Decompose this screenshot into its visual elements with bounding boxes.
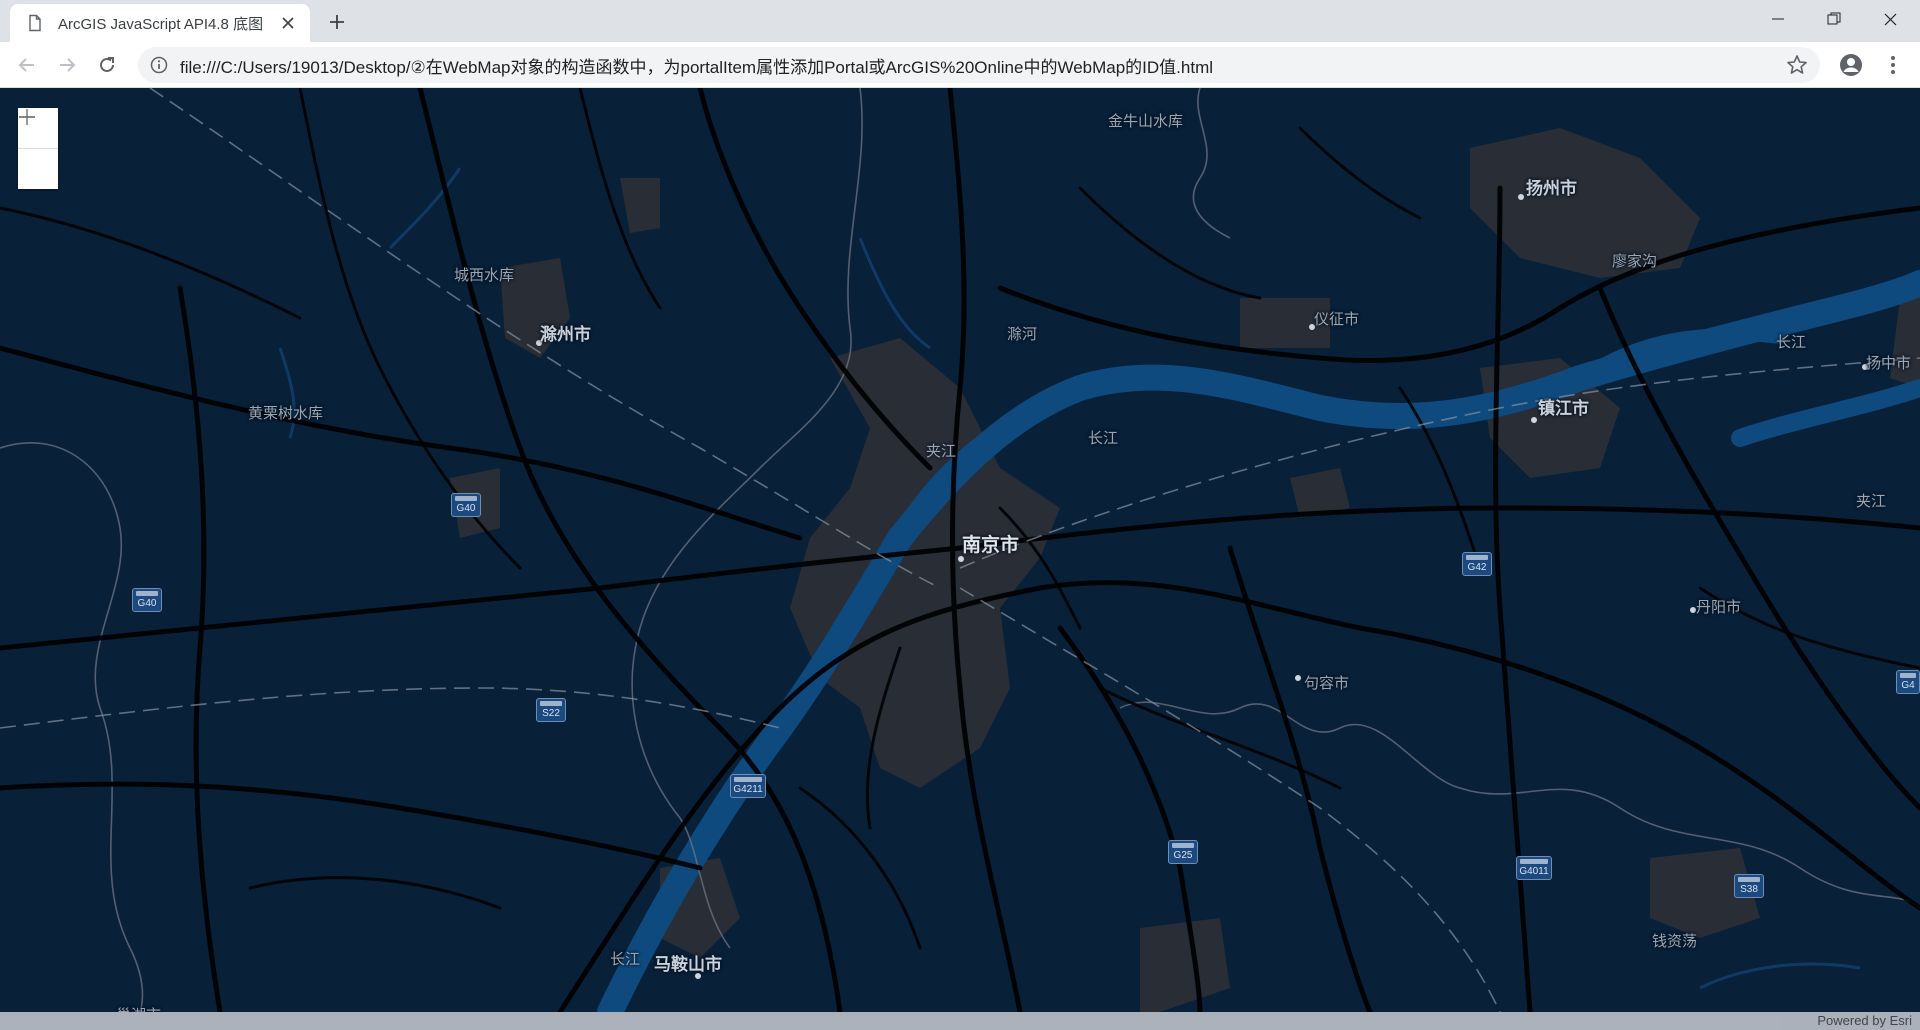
highway-shield: G4211 [730,774,766,798]
map-label-city: 扬州市 [1526,179,1577,198]
highway-shield: G42 [1462,552,1492,576]
arrow-right-icon [60,58,76,72]
reload-button[interactable] [92,50,122,80]
document-icon [29,14,41,32]
restore-button[interactable] [1806,0,1862,38]
map-label: 黄栗树水库 [248,405,324,422]
basemap-graphics [0,88,1920,1012]
map-label: 夹江 [1856,493,1887,510]
zoom-out-button[interactable] [18,116,58,189]
minus-icon [19,116,35,118]
map-label: 句容市 [1304,675,1350,692]
map-label-city: 滁州市 [540,325,591,344]
map-label-city: 马鞍山市 [654,955,722,974]
city-dot-yangzhou [1518,194,1524,200]
map-label-city: 镇江市 [1538,399,1589,418]
map-label: 长江 [610,951,641,968]
highway-shield: G40 [132,588,162,612]
map-label: 城西水库 [454,267,515,284]
new-tab-button[interactable] [322,8,352,36]
attribution-text[interactable]: Powered by Esri [1817,1013,1912,1028]
tab-title: ArcGIS JavaScript API4.8 底图 [58,15,264,33]
reload-icon [100,57,114,72]
forward-button[interactable] [52,50,82,80]
tab-strip: ArcGIS JavaScript API4.8 底图 [0,0,1920,42]
map-label: 廖家沟 [1612,253,1658,270]
minimize-button[interactable] [1750,0,1806,38]
browser-tab[interactable]: ArcGIS JavaScript API4.8 底图 [10,4,310,42]
account-icon [1840,54,1862,76]
map-label-city: 南京市 [962,535,1020,556]
map-label: 仪征市 [1314,311,1360,328]
map-label: 丹阳市 [1696,599,1742,616]
browser-toolbar: file:///C:/Users/19013/Desktop/②在WebMap对… [0,42,1920,88]
url-text[interactable]: file:///C:/Users/19013/Desktop/②在WebMap对… [180,53,1820,78]
highway-shield: S22 [536,698,566,722]
info-icon[interactable] [150,56,168,74]
map-label: 扬中市 [1866,355,1912,372]
arrow-left-icon [18,58,34,72]
address-bar[interactable]: file:///C:/Users/19013/Desktop/②在WebMap对… [138,47,1820,83]
city-dot-jurong [1295,675,1301,681]
close-tab-icon[interactable] [278,13,298,33]
map-label: 长江 [1088,430,1119,447]
map-label: 长江 [1776,334,1807,351]
highway-shield: G4011 [1516,856,1552,880]
back-button[interactable] [12,50,42,80]
map-view[interactable]: 金牛山水库 扬州市 城西水库 滁州市 廖家沟 滁河 仪征市 长江 扬中市 黄栗树… [0,88,1920,1012]
map-label: 钱资荡 [1652,933,1698,950]
profile-button[interactable] [1836,50,1866,80]
esri-attribution[interactable]: Powered by Esri [0,1012,1920,1030]
more-vertical-icon [1891,56,1895,74]
bookmark-star-icon[interactable] [1786,54,1808,76]
highway-shield: G40 [451,493,481,517]
zoom-control [18,108,58,189]
map-label: 滁河 [1007,326,1038,343]
highway-shield: S38 [1734,874,1764,898]
highway-shield: G25 [1168,840,1198,864]
browser-menu-button[interactable] [1880,50,1906,80]
map-label: 夹江 [926,443,957,460]
map-label: 金牛山水库 [1108,113,1184,130]
highway-shield: G4 [1896,670,1920,694]
close-window-button[interactable] [1862,0,1918,38]
map-label: 巢湖市 [116,1004,161,1012]
city-dot-zhenjiang [1531,417,1537,423]
